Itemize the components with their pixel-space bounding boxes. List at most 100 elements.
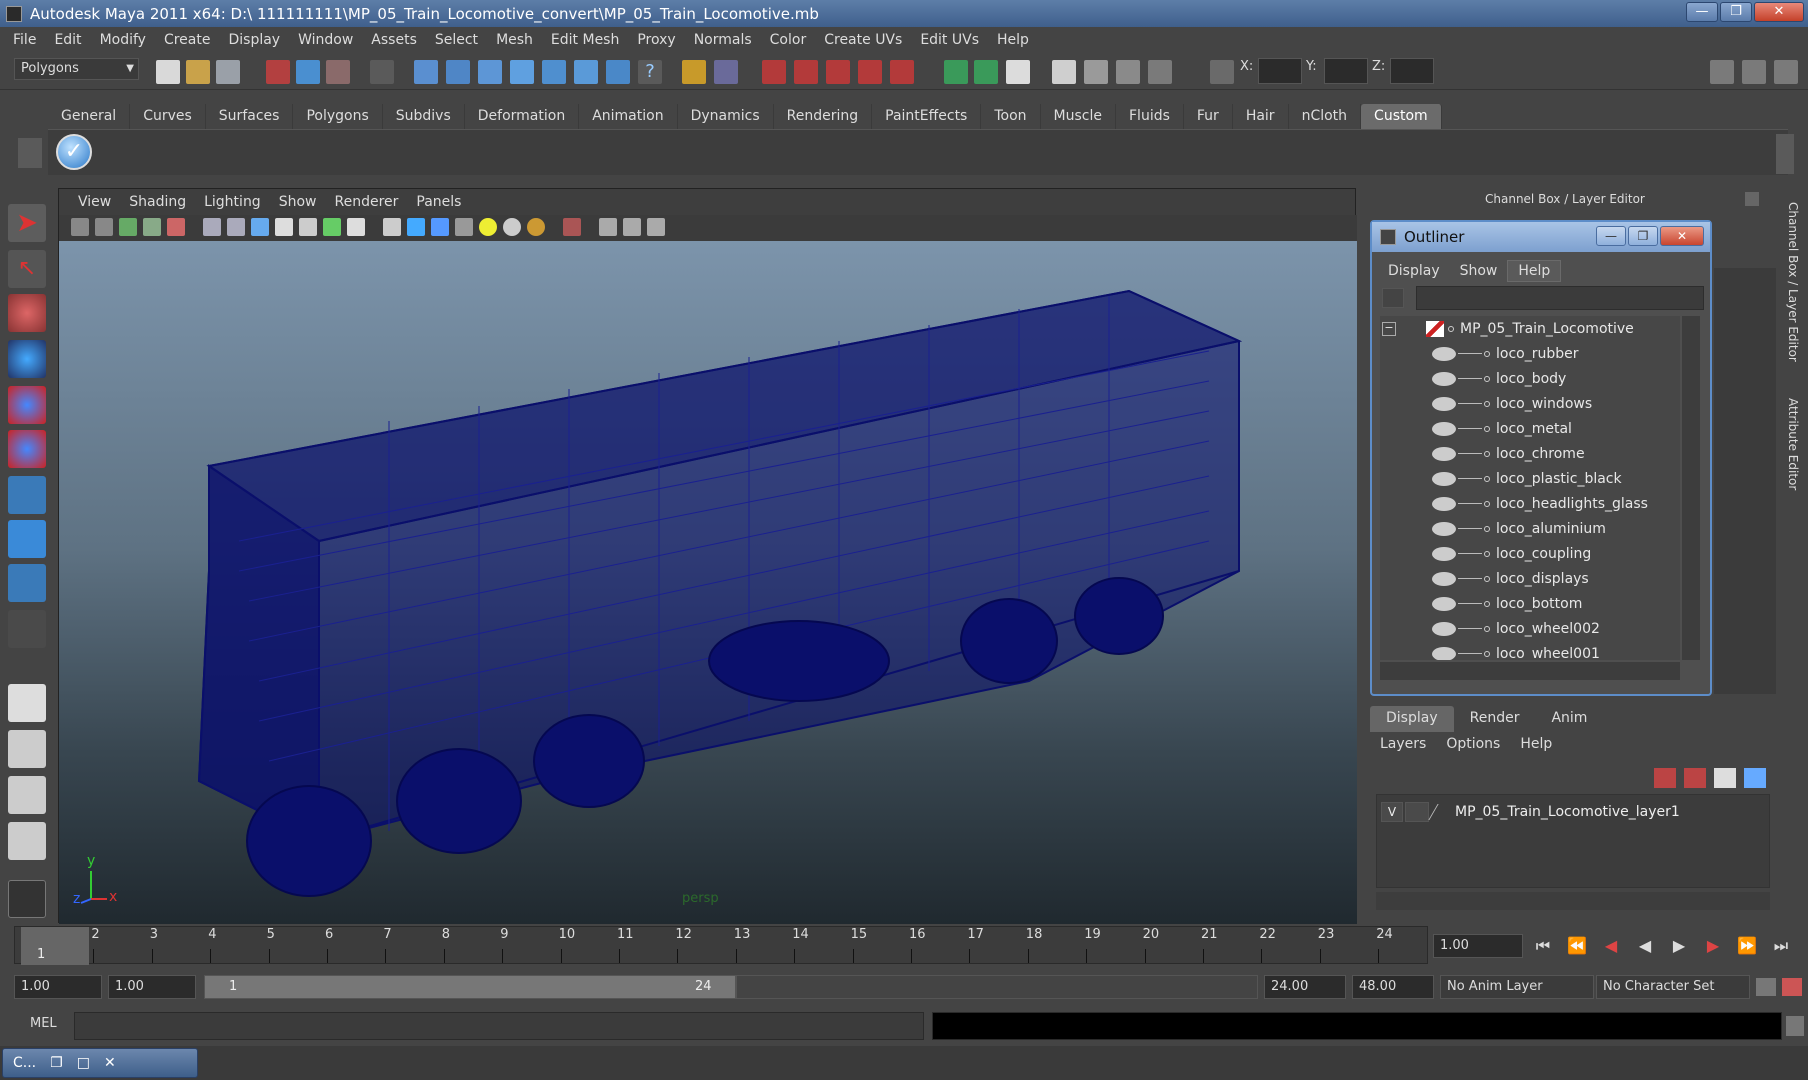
menu-create-uvs[interactable]: Create UVs	[815, 32, 911, 48]
use-default-light-icon[interactable]	[479, 218, 497, 236]
attribute-editor-side-tab[interactable]: Attribute Editor	[1786, 398, 1800, 490]
minimize-button[interactable]: —	[1686, 2, 1718, 22]
single-perspective-layout-icon[interactable]	[8, 684, 46, 722]
graph-editor-layout-icon[interactable]	[8, 822, 46, 860]
outliner-menu-show[interactable]: Show	[1450, 261, 1508, 281]
viewport-menu-show[interactable]: Show	[270, 194, 326, 210]
shelf-tab-painteffects[interactable]: PaintEffects	[872, 104, 982, 129]
tree-row[interactable]: loco_body	[1380, 366, 1680, 391]
shelf-scroll-icon[interactable]	[1776, 134, 1794, 174]
quick-layout-icon[interactable]	[8, 880, 46, 918]
soft-modification-icon[interactable]	[8, 520, 46, 558]
menu-mesh[interactable]: Mesh	[487, 32, 542, 48]
absolute-transform-icon[interactable]	[1210, 60, 1234, 84]
viewport-menu-panels[interactable]: Panels	[407, 194, 470, 210]
tree-row[interactable]: loco_aluminium	[1380, 516, 1680, 541]
checkmark-icon[interactable]: ✓	[56, 134, 92, 170]
2d-pan-zoom-icon[interactable]	[167, 218, 185, 236]
render-settings-icon[interactable]	[1116, 60, 1140, 84]
shelf-tab-rendering[interactable]: Rendering	[774, 104, 873, 129]
command-input-field[interactable]	[74, 1012, 924, 1040]
select-tool-icon[interactable]: ➤	[8, 204, 46, 242]
tree-row-root[interactable]: − MP_05_Train_Locomotive	[1380, 316, 1680, 341]
range-slider-bar[interactable]: 1 24	[204, 975, 736, 999]
viewport-menu-view[interactable]: View	[69, 194, 120, 210]
shelf-tab-toon[interactable]: Toon	[981, 104, 1041, 129]
step-back-key-icon[interactable]: ◀	[1598, 936, 1624, 958]
close-button[interactable]: ✕	[1754, 2, 1804, 22]
layer-visibility-toggle[interactable]: V	[1381, 802, 1403, 822]
snap-to-point-icon[interactable]	[826, 60, 850, 84]
select-handles-icon[interactable]	[414, 60, 438, 84]
film-gate-icon[interactable]	[227, 218, 245, 236]
lock-icon[interactable]	[682, 60, 706, 84]
snap-to-curve-icon[interactable]	[794, 60, 818, 84]
animation-preferences-icon[interactable]	[1782, 978, 1802, 996]
shelf-tab-hair[interactable]: Hair	[1233, 104, 1289, 129]
universal-manipulator-icon[interactable]	[8, 476, 46, 514]
start-time-field[interactable]: 1.00	[14, 975, 102, 999]
maximize-button[interactable]: ❐	[1720, 2, 1752, 22]
tree-row[interactable]: loco_bottom	[1380, 591, 1680, 616]
safe-title-icon[interactable]	[347, 218, 365, 236]
move-layer-up-icon[interactable]	[1654, 768, 1676, 788]
x-field[interactable]	[1258, 58, 1302, 84]
tree-row[interactable]: loco_wheel002	[1380, 616, 1680, 641]
close-icon[interactable]: ✕	[104, 1055, 116, 1071]
select-component-icon[interactable]	[326, 60, 350, 84]
playback-start-field[interactable]: 1.00	[108, 975, 196, 999]
shelf-tab-dynamics[interactable]: Dynamics	[678, 104, 774, 129]
move-layer-down-icon[interactable]	[1684, 768, 1706, 788]
maximize-icon[interactable]: □	[77, 1055, 90, 1071]
resolution-gate-icon[interactable]	[251, 218, 269, 236]
highlight-selection-icon[interactable]	[714, 60, 738, 84]
viewport-menu-shading[interactable]: Shading	[120, 194, 195, 210]
outliner-menu-display[interactable]: Display	[1378, 261, 1450, 281]
anim-layer-dropdown[interactable]: No Anim Layer	[1440, 975, 1594, 999]
safe-action-icon[interactable]	[323, 218, 341, 236]
outliner-close-button[interactable]: ✕	[1660, 226, 1704, 246]
go-to-end-icon[interactable]: ⏭	[1768, 936, 1794, 958]
outliner-minimize-button[interactable]: —	[1596, 226, 1626, 246]
menu-create[interactable]: Create	[155, 32, 220, 48]
layer-tab-render[interactable]: Render	[1454, 706, 1536, 732]
render-view-icon[interactable]	[1006, 60, 1030, 84]
menu-normals[interactable]: Normals	[685, 32, 761, 48]
layer-row[interactable]: V MP_05_Train_Locomotive_layer1	[1381, 801, 1680, 823]
layer-menu-help[interactable]: Help	[1510, 736, 1562, 758]
lasso-tool-icon[interactable]: ↖	[8, 250, 46, 288]
shelf-tab-animation[interactable]: Animation	[579, 104, 678, 129]
menu-proxy[interactable]: Proxy	[628, 32, 684, 48]
image-plane-icon[interactable]	[143, 218, 161, 236]
construction-history-icon[interactable]	[974, 60, 998, 84]
shelf-tab-general[interactable]: General	[48, 104, 131, 129]
make-live-icon[interactable]	[890, 60, 914, 84]
save-scene-icon[interactable]	[216, 60, 240, 84]
outliner-layout-icon[interactable]	[8, 776, 46, 814]
hypershade-icon[interactable]	[1148, 60, 1172, 84]
select-camera-icon[interactable]	[71, 218, 89, 236]
select-curves-icon[interactable]	[478, 60, 502, 84]
ipr-render-icon[interactable]	[1084, 60, 1108, 84]
show-manipulator-icon[interactable]	[8, 564, 46, 602]
shelf-tab-polygons[interactable]: Polygons	[293, 104, 383, 129]
outliner-horizontal-scrollbar[interactable]	[1380, 662, 1680, 680]
channel-box-side-tab[interactable]: Channel Box / Layer Editor	[1786, 202, 1800, 362]
select-rendering-icon[interactable]	[606, 60, 630, 84]
tree-row[interactable]: loco_metal	[1380, 416, 1680, 441]
layer-display-type-toggle[interactable]	[1405, 802, 1429, 822]
four-view-layout-icon[interactable]	[8, 730, 46, 768]
minimized-window[interactable]: C... ❐ □ ✕	[2, 1048, 198, 1078]
shelf-menu-icon[interactable]	[18, 138, 42, 168]
collapse-icon[interactable]: −	[1382, 321, 1396, 336]
toggle-tool-settings-icon[interactable]	[1742, 60, 1766, 84]
all-lights-icon[interactable]	[503, 218, 521, 236]
layer-tab-display[interactable]: Display	[1370, 706, 1454, 732]
current-frame-field[interactable]: 1.00	[1433, 934, 1523, 958]
new-scene-icon[interactable]	[156, 60, 180, 84]
tree-row[interactable]: loco_wheel001	[1380, 641, 1680, 660]
menu-modify[interactable]: Modify	[91, 32, 155, 48]
y-field[interactable]	[1324, 58, 1368, 84]
step-forward-key-icon[interactable]: ▶	[1700, 936, 1726, 958]
shelf-tab-fur[interactable]: Fur	[1184, 104, 1233, 129]
